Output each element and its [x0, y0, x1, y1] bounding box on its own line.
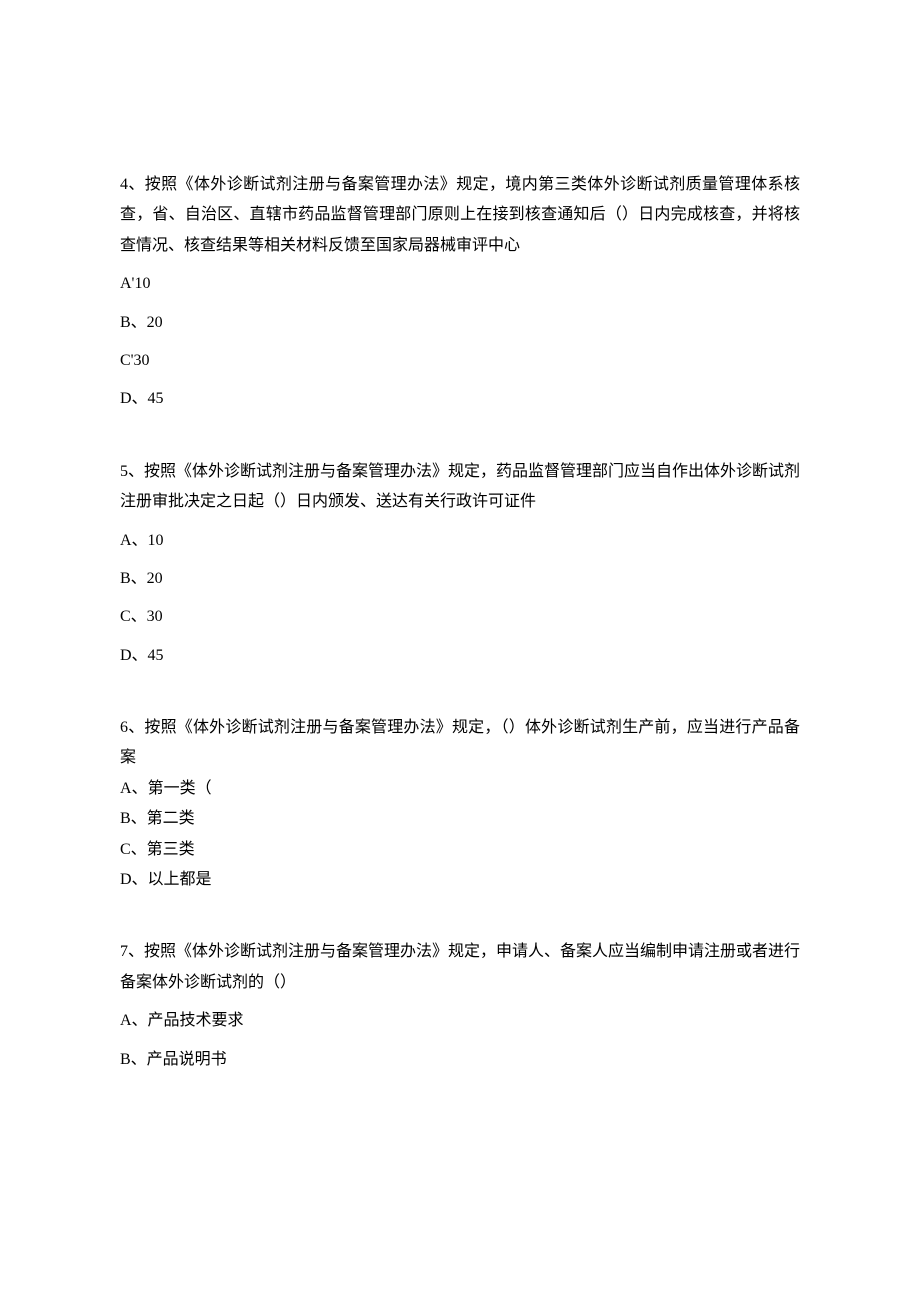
option-b: B、20: [120, 564, 800, 594]
option-c: C、第三类: [120, 835, 800, 865]
option-a: A'10: [120, 269, 800, 299]
option-b: B、第二类: [120, 804, 800, 834]
stem-text: 5、按照《体外诊断试剂注册与备案管理办法》规定，药品监督管理部门应当自作出体外诊…: [120, 463, 800, 510]
question-4: 4、按照《体外诊断试剂注册与备案管理办法》规定，境内第三类体外诊断试剂质量管理体…: [120, 170, 800, 415]
question-stem: 6、按照《体外诊断试剂注册与备案管理办法》规定，（）体外诊断试剂生产前，应当进行…: [120, 713, 800, 774]
question-stem: 5、按照《体外诊断试剂注册与备案管理办法》规定，药品监督管理部门应当自作出体外诊…: [120, 457, 800, 518]
option-body: 第一类（: [148, 780, 212, 797]
option-a: A、产品技术要求: [120, 1006, 800, 1036]
question-stem: 4、按照《体外诊断试剂注册与备案管理办法》规定，境内第三类体外诊断试剂质量管理体…: [120, 170, 800, 261]
option-prefix: A、: [120, 780, 148, 797]
option-b: B、产品说明书: [120, 1045, 800, 1075]
stem-text: 6、按照《体外诊断试剂注册与备案管理办法》规定，（）体外诊断试剂生产前，应当进行…: [120, 719, 800, 766]
option-d: D、以上都是: [120, 865, 800, 895]
option-c: C'30: [120, 346, 800, 376]
question-5: 5、按照《体外诊断试剂注册与备案管理办法》规定，药品监督管理部门应当自作出体外诊…: [120, 457, 800, 671]
stem-text: 7、按照《体外诊断试剂注册与备案管理办法》规定，申请人、备案人应当编制申请注册或…: [120, 943, 800, 990]
option-b: B、20: [120, 308, 800, 338]
option-d: D、45: [120, 641, 800, 671]
option-c: C、30: [120, 602, 800, 632]
option-a: A、第一类（: [120, 774, 800, 804]
option-a: A、10: [120, 526, 800, 556]
document-page: 4、按照《体外诊断试剂注册与备案管理办法》规定，境内第三类体外诊断试剂质量管理体…: [0, 0, 920, 1301]
question-stem: 7、按照《体外诊断试剂注册与备案管理办法》规定，申请人、备案人应当编制申请注册或…: [120, 937, 800, 998]
stem-text: 4、按照《体外诊断试剂注册与备案管理办法》规定，境内第三类体外诊断试剂质量管理体…: [120, 176, 800, 254]
question-6: 6、按照《体外诊断试剂注册与备案管理办法》规定，（）体外诊断试剂生产前，应当进行…: [120, 713, 800, 895]
option-d: D、45: [120, 384, 800, 414]
question-7: 7、按照《体外诊断试剂注册与备案管理办法》规定，申请人、备案人应当编制申请注册或…: [120, 937, 800, 1075]
